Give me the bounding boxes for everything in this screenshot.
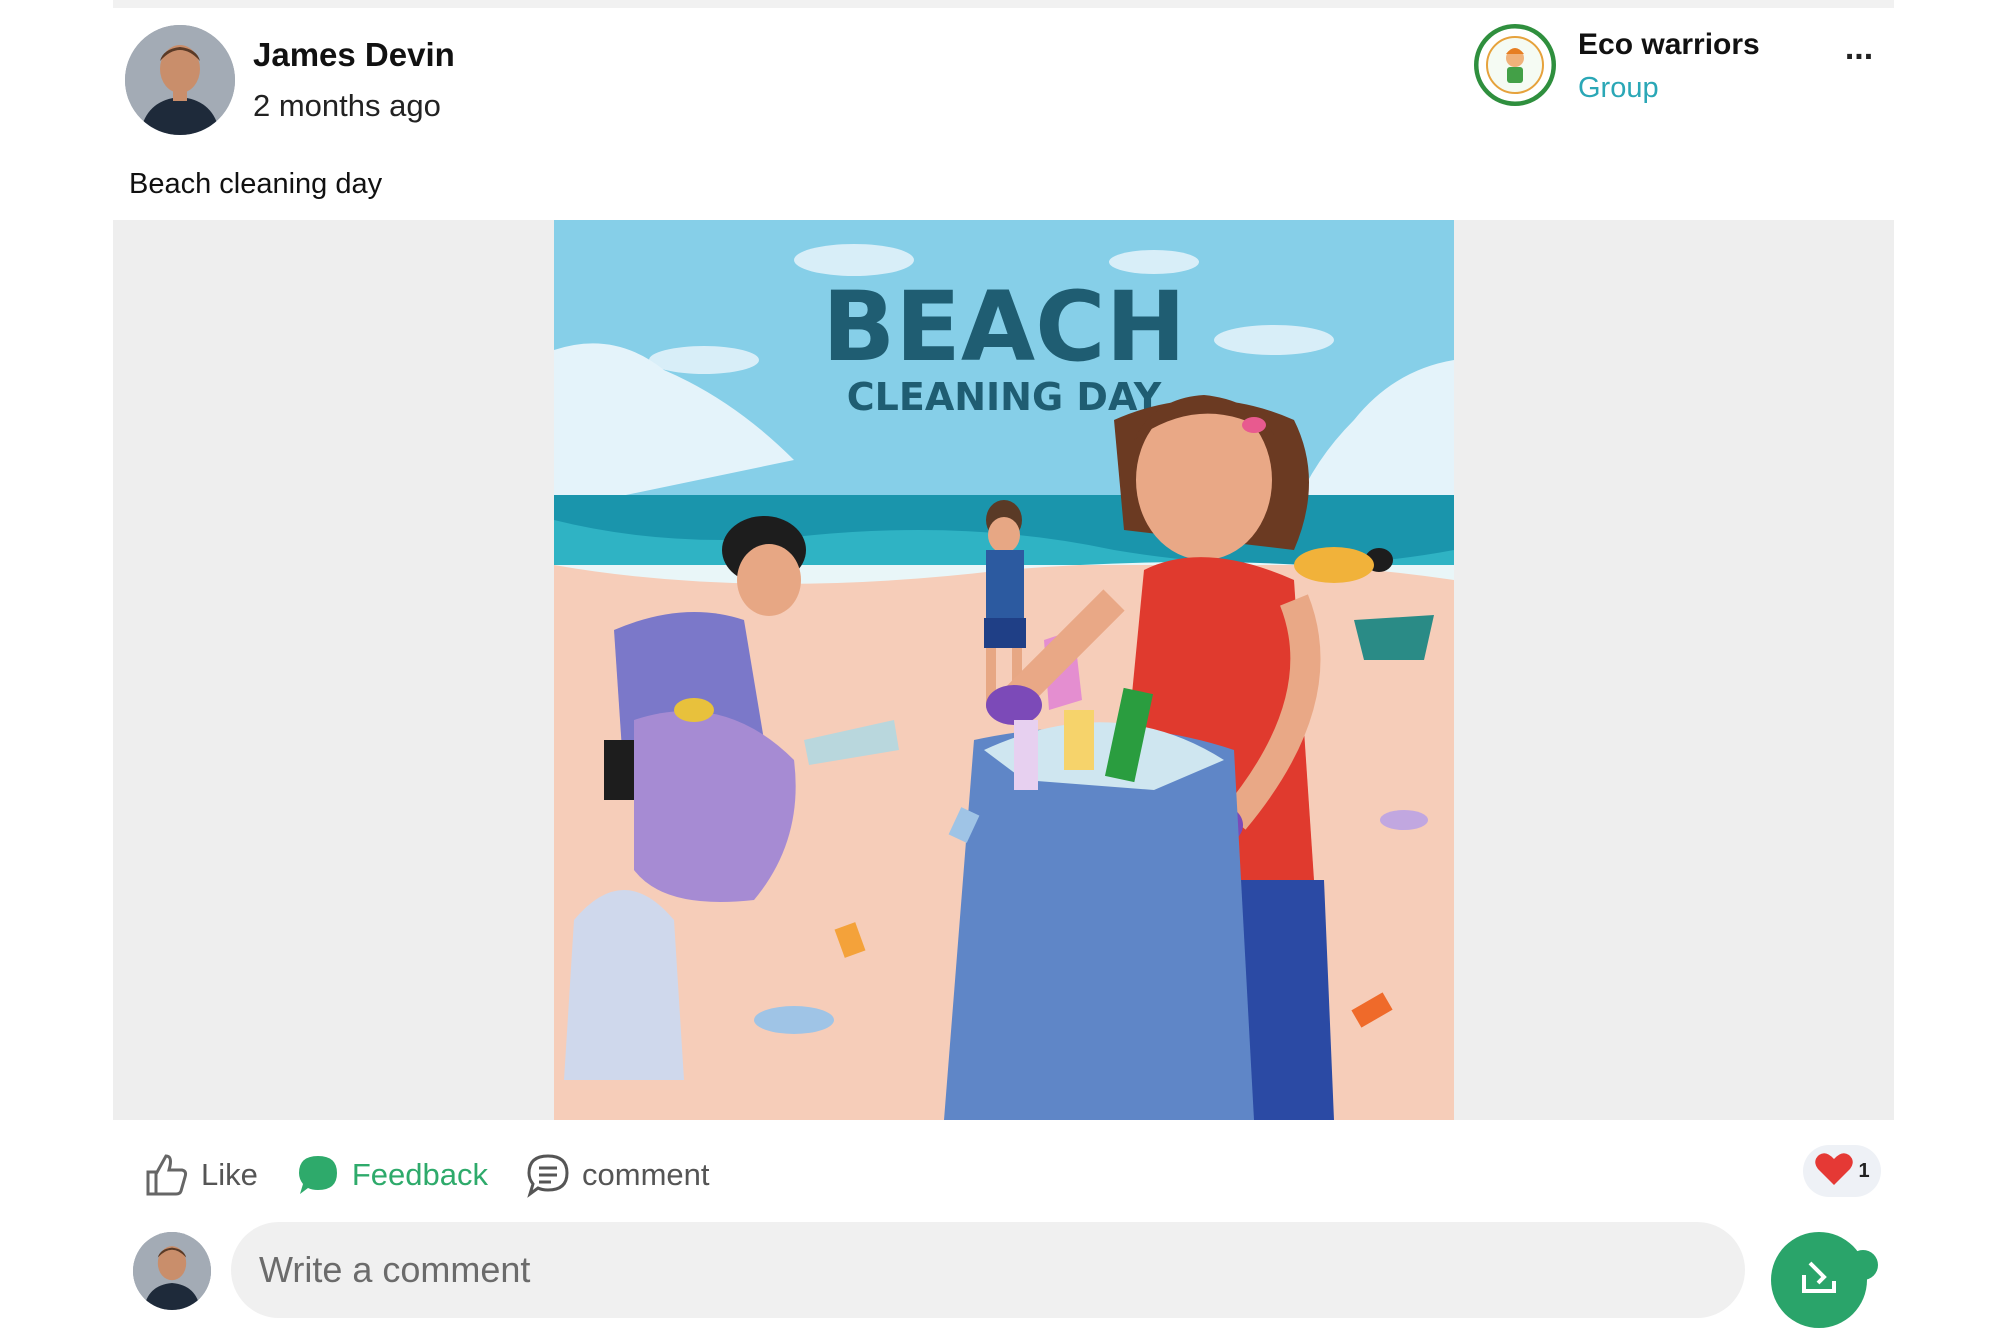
top-divider — [113, 0, 1894, 8]
post-media: BEACH CLEANING DAY — [113, 220, 1894, 1120]
feedback-label: Feedback — [351, 1157, 489, 1192]
reaction-summary[interactable]: 1 — [1803, 1145, 1881, 1197]
comment-icon — [524, 1151, 572, 1199]
comment-button[interactable]: comment — [524, 1151, 710, 1199]
author-name[interactable]: James Devin — [253, 36, 455, 74]
more-options-button[interactable]: ... — [1839, 31, 1879, 66]
post-caption: Beach cleaning day — [129, 168, 383, 200]
post-timestamp: 2 months ago — [253, 88, 441, 123]
send-comment-button[interactable] — [1771, 1232, 1867, 1328]
chat-bubble-icon — [294, 1151, 342, 1199]
group-name[interactable]: Eco warriors — [1578, 28, 1760, 62]
post-actions: Like Feedback comment — [143, 1140, 746, 1210]
send-icon — [1794, 1253, 1844, 1308]
current-user-avatar[interactable] — [133, 1232, 211, 1310]
heart-icon — [1814, 1151, 1854, 1192]
author-avatar[interactable] — [125, 25, 235, 135]
image-title-line2: CLEANING DAY — [847, 375, 1162, 419]
status-dot — [1848, 1250, 1878, 1280]
comment-input[interactable] — [231, 1222, 1745, 1318]
thumbs-up-icon — [143, 1151, 191, 1199]
reaction-count: 1 — [1858, 1159, 1870, 1182]
group-type-label: Group — [1578, 72, 1659, 104]
like-button[interactable]: Like — [143, 1151, 258, 1199]
like-label: Like — [201, 1157, 258, 1192]
post-image[interactable]: BEACH CLEANING DAY — [554, 220, 1454, 1120]
beach-cleaning-illustration: BEACH CLEANING DAY — [554, 220, 1454, 1120]
feedback-button[interactable]: Feedback — [294, 1151, 488, 1199]
comment-label: comment — [582, 1157, 710, 1192]
post-card: James Devin 2 months ago Eco warriors Gr… — [113, 0, 1894, 1333]
image-title-line1: BEACH — [822, 271, 1186, 383]
group-logo[interactable] — [1474, 24, 1556, 106]
